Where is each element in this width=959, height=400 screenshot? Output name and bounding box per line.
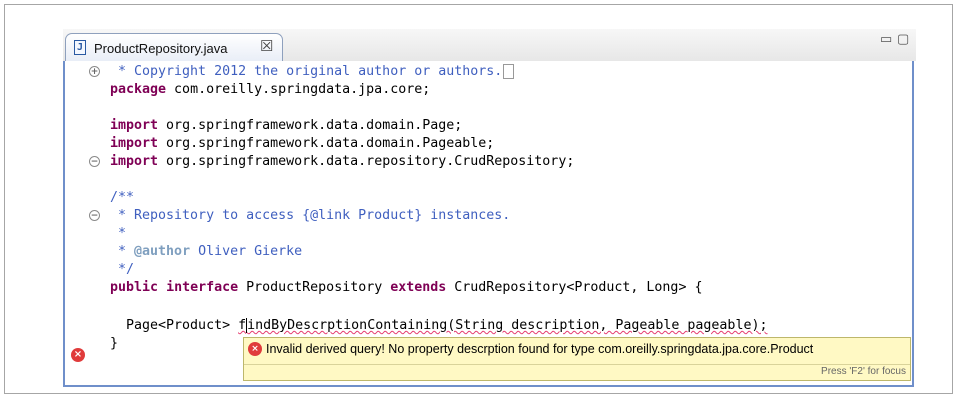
code-text-span: Page<Product> bbox=[110, 318, 239, 333]
tooltip-footer: Press 'F2' for focus bbox=[244, 364, 910, 381]
code-keyword: public bbox=[110, 280, 159, 295]
error-icon[interactable]: × bbox=[71, 348, 85, 362]
code-line: } bbox=[110, 335, 118, 353]
code-line: /** bbox=[110, 189, 134, 207]
focus-hint: Press 'F2' for focus bbox=[821, 366, 906, 377]
code-comment: * bbox=[110, 226, 127, 241]
code-line: import org.springframework.data.domain.P… bbox=[110, 135, 494, 153]
minimize-icon[interactable]: ▭ bbox=[880, 31, 892, 47]
tab-close-icon[interactable]: ☒ bbox=[260, 37, 273, 55]
code-comment: * Copyright 2012 the original author or … bbox=[110, 64, 503, 79]
code-keyword: package bbox=[110, 82, 167, 97]
code-line: * Repository to access {@link Product} i… bbox=[110, 207, 510, 225]
code-comment: Oliver Gierke bbox=[190, 244, 303, 259]
code-comment: /** bbox=[110, 190, 135, 205]
expand-fold-icon[interactable]: + bbox=[89, 66, 100, 77]
code-text-span: org.springframework.data.repository.Crud… bbox=[158, 154, 575, 169]
code-keyword: import bbox=[110, 154, 159, 169]
code-comment: * Repository to access {@link Product} i… bbox=[110, 208, 511, 223]
javadoc-tag: @author bbox=[134, 244, 191, 259]
code-line: import org.springframework.data.domain.P… bbox=[110, 117, 462, 135]
java-file-icon: J bbox=[74, 40, 86, 55]
code-keyword: import bbox=[110, 118, 159, 133]
collapse-fold-icon[interactable]: − bbox=[89, 210, 100, 221]
code-text-span: CrudRepository<Product, Long> { bbox=[446, 280, 703, 295]
code-text-span: org.springframework.data.domain.Pageable… bbox=[158, 136, 495, 151]
code-keyword: import bbox=[110, 136, 159, 151]
maximize-icon[interactable]: ▢ bbox=[897, 31, 909, 47]
code-keyword: extends bbox=[390, 280, 447, 295]
code-line-error: Page<Product> findByDescrptionContaining… bbox=[110, 317, 767, 335]
error-icon: × bbox=[248, 342, 262, 356]
code-line: import org.springframework.data.reposito… bbox=[110, 153, 574, 171]
code-text-span: ProductRepository bbox=[238, 280, 391, 295]
code-text-span: com.oreilly.springdata.jpa.core; bbox=[166, 82, 431, 97]
code-line: * Copyright 2012 the original author or … bbox=[110, 63, 515, 81]
tab-product-repository[interactable]: J ProductRepository.java ☒ bbox=[65, 33, 283, 61]
code-line: * bbox=[110, 225, 126, 243]
error-tooltip[interactable]: × Invalid derived query! No property des… bbox=[243, 337, 911, 381]
code-comment: * bbox=[110, 244, 135, 259]
editor-window: J ProductRepository.java ☒ ▭ ▢ + − − × *… bbox=[63, 29, 918, 389]
annotation-ruler bbox=[65, 61, 87, 385]
editor-tab-bar: J ProductRepository.java ☒ ▭ ▢ bbox=[63, 29, 916, 61]
tab-label: ProductRepository.java bbox=[94, 41, 228, 56]
code-keyword: interface bbox=[166, 280, 239, 295]
error-squiggle-text[interactable]: f bbox=[238, 318, 246, 333]
screenshot-frame: J ProductRepository.java ☒ ▭ ▢ + − − × *… bbox=[4, 4, 953, 394]
code-line: * @author Oliver Gierke bbox=[110, 243, 302, 261]
error-message: Invalid derived query! No property descr… bbox=[266, 342, 814, 356]
code-text-span: } bbox=[110, 336, 119, 351]
code-text-span: org.springframework.data.domain.Page; bbox=[158, 118, 463, 133]
code-comment: */ bbox=[110, 262, 135, 277]
code-line: public interface ProductRepository exten… bbox=[110, 279, 702, 297]
code-line: */ bbox=[110, 261, 134, 279]
folded-block-icon[interactable] bbox=[503, 63, 515, 79]
collapse-fold-icon[interactable]: − bbox=[89, 156, 100, 167]
error-squiggle-text[interactable]: indByDescrptionContaining(String descrip… bbox=[247, 318, 767, 333]
code-line: package com.oreilly.springdata.jpa.core; bbox=[110, 81, 430, 99]
